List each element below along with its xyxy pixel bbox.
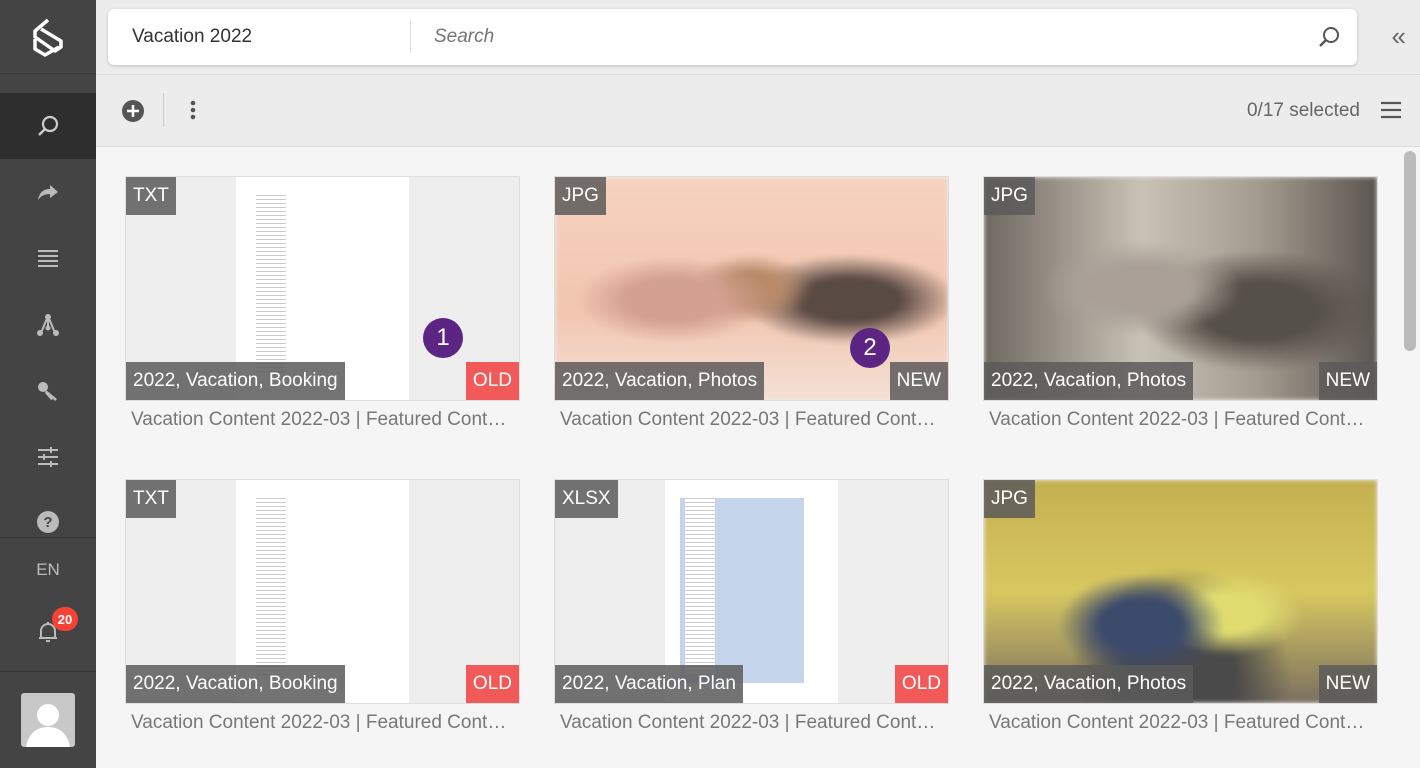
search-icon[interactable] <box>1317 25 1341 49</box>
asset-caption[interactable]: Vacation Content 2022-03 | Featured Cont… <box>125 712 510 734</box>
keywords-label: 2022, Vacation, Booking <box>126 362 345 400</box>
keywords-label: 2022, Vacation, Plan <box>555 665 743 703</box>
divider <box>0 537 96 538</box>
thumbnail[interactable]: TXT 2022, Vacation, Booking OLD <box>125 479 520 704</box>
sidebar-item-list[interactable] <box>0 225 96 291</box>
add-icon[interactable] <box>121 99 145 123</box>
thumbnail[interactable]: TXT 2022, Vacation, Booking OLD <box>125 176 520 401</box>
keywords-label: 2022, Vacation, Photos <box>555 362 765 400</box>
step-marker: 2 <box>850 328 890 368</box>
avatar[interactable] <box>21 693 75 747</box>
search-icon <box>38 115 59 136</box>
file-type-label: TXT <box>126 480 176 518</box>
share-icon <box>38 185 58 200</box>
keywords-label: 2022, Vacation, Photos <box>984 665 1194 703</box>
asset-card[interactable]: JPG 2022, Vacation, Photos NEW Vacation Con… <box>983 479 1378 734</box>
toolbar: 0/17 selected <box>96 75 1420 147</box>
sidebar-item-key[interactable] <box>0 358 96 424</box>
thumbnail[interactable]: JPG 2022, Vacation, Photos NEW <box>554 176 949 401</box>
asset-card[interactable]: JPG 2022, Vacation, Photos NEW Vacation Con… <box>554 176 949 431</box>
divider <box>163 93 164 127</box>
language-switch[interactable]: EN <box>0 545 96 595</box>
asset-caption[interactable]: Vacation Content 2022-03 | Featured Cont… <box>125 409 510 431</box>
notification-count-badge: 20 <box>52 607 78 631</box>
file-type-label: JPG <box>984 480 1035 518</box>
logo-icon <box>33 18 63 57</box>
thumbnail[interactable]: XLSX 2022, Vacation, Plan OLD <box>554 479 949 704</box>
user-icon <box>26 704 70 747</box>
scrollbar[interactable] <box>1404 151 1416 351</box>
more-vertical-icon[interactable] <box>188 99 198 123</box>
status-badge: OLD <box>465 362 519 400</box>
menu-icon[interactable] <box>1380 100 1402 120</box>
notifications-button[interactable] <box>0 602 96 662</box>
help-icon: ? <box>37 511 59 533</box>
search-input[interactable] <box>434 23 1294 51</box>
key-icon <box>38 382 57 401</box>
thumbnail[interactable]: JPG 2022, Vacation, Photos NEW <box>983 479 1378 704</box>
divider <box>410 21 411 53</box>
sidebar-item-search[interactable] <box>0 93 96 159</box>
sidebar: ? EN 20 <box>0 0 96 768</box>
asset-card[interactable]: JPG 2022, Vacation, Photos NEW Vacation Con… <box>983 176 1378 431</box>
status-badge: OLD <box>894 665 948 703</box>
status-badge: NEW <box>889 362 948 400</box>
asset-caption[interactable]: Vacation Content 2022-03 | Featured Cont… <box>554 712 939 734</box>
search-bar: Vacation 2022 <box>108 9 1357 65</box>
keywords-label: 2022, Vacation, Booking <box>126 665 345 703</box>
collapse-panel-button[interactable]: « <box>1392 22 1406 50</box>
thumbnail[interactable]: JPG 2022, Vacation, Photos NEW <box>983 176 1378 401</box>
divider <box>0 671 96 672</box>
asset-caption[interactable]: Vacation Content 2022-03 | Featured Cont… <box>554 409 939 431</box>
sidebar-item-share[interactable] <box>0 159 96 225</box>
header: Vacation 2022 « <box>96 0 1420 75</box>
asset-card[interactable]: XLSX 2022, Vacation, Plan OLD Vacation Cont… <box>554 479 949 734</box>
asset-card[interactable]: TXT 2022, Vacation, Booking OLD Vacation Co… <box>125 479 520 734</box>
step-marker: 1 <box>423 318 463 358</box>
status-badge: NEW <box>1318 362 1377 400</box>
logo[interactable] <box>0 0 96 74</box>
file-type-label: TXT <box>126 177 176 215</box>
file-type-label: JPG <box>984 177 1035 215</box>
file-type-label: XLSX <box>555 480 618 518</box>
hierarchy-icon <box>37 314 59 336</box>
keywords-label: 2022, Vacation, Photos <box>984 362 1194 400</box>
file-type-label: JPG <box>555 177 606 215</box>
status-badge: NEW <box>1318 665 1377 703</box>
sidebar-item-settings[interactable] <box>0 424 96 490</box>
status-badge: OLD <box>465 665 519 703</box>
selection-count: 0/17 selected <box>1246 100 1360 121</box>
sliders-icon <box>38 447 58 467</box>
asset-caption[interactable]: Vacation Content 2022-03 | Featured Cont… <box>983 409 1368 431</box>
sidebar-item-hierarchy[interactable] <box>0 292 96 358</box>
asset-card[interactable]: TXT 2022, Vacation, Booking OLD Vacation Co… <box>125 176 520 431</box>
list-icon <box>38 250 58 267</box>
asset-caption[interactable]: Vacation Content 2022-03 | Featured Cont… <box>983 712 1368 734</box>
svg-text:?: ? <box>43 514 52 531</box>
collection-title: Vacation 2022 <box>132 26 253 47</box>
